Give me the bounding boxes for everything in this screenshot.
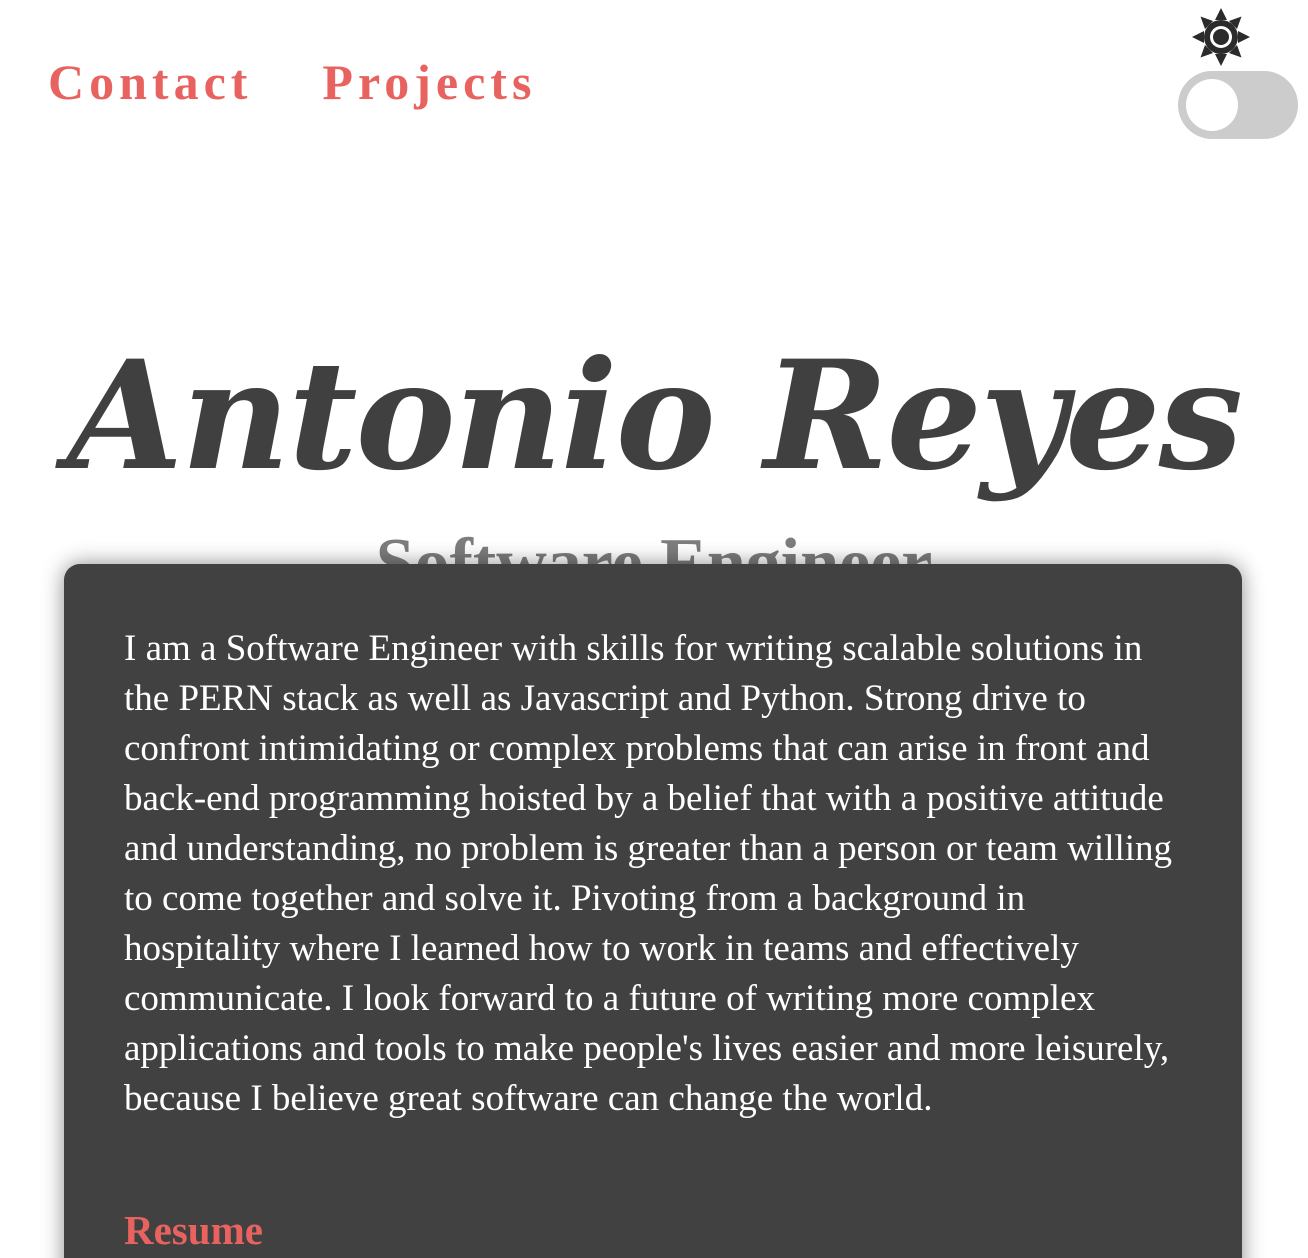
toggle-knob xyxy=(1186,79,1238,131)
sun-icon xyxy=(1192,8,1250,66)
theme-toggle[interactable] xyxy=(1178,71,1298,139)
about-card: I am a Software Engineer with skills for… xyxy=(64,564,1242,1258)
nav-link-contact[interactable]: Contact xyxy=(48,52,252,112)
page-title-name: Antonio Reyes xyxy=(66,327,1243,504)
nav-link-projects[interactable]: Projects xyxy=(322,52,536,112)
top-nav: Contact Projects xyxy=(48,52,536,112)
bio-text: I am a Software Engineer with skills for… xyxy=(124,628,1173,1119)
resume-link[interactable]: Resume xyxy=(124,1202,263,1258)
